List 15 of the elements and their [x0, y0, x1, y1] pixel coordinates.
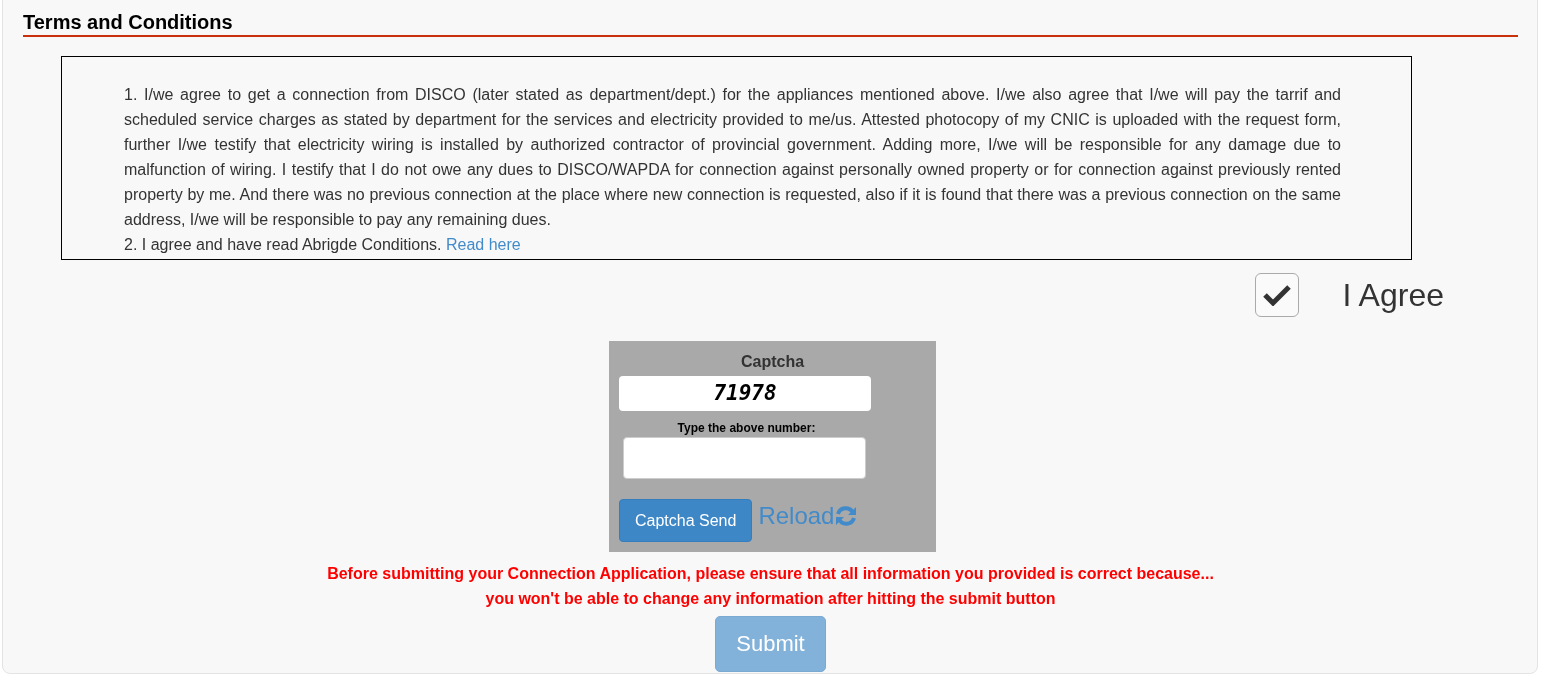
warning-text: you won't be able to change any information after hitting the submit button: [484, 589, 1057, 609]
refresh-icon: [834, 504, 859, 528]
terms-paragraph: 1. I/we agree to get a connection from DISCO (later stated as department/dept.) for the appliances mentioned above. I/we also agree that I/we will pay the tarrif and scheduled service charges as stated by department for the services and electricity provided to me/us. Attested photocopy of my CNIC is uploaded with the request form, further I/we testify that electricity wiring is installed by authorized contractor of provincial government. Adding more, I/we will be responsible for any damage due to malfunction of wiring. I testify that I do not owe any dues to DISCO/WAPDA for connection against personally owned property or for connection against previously rented property by me. And there was no previous connection at the place where new connection is requested, also if it is found that there was a previous connection on the same address, I/we will be responsible to pay any remaining dues.: [124, 85, 1341, 230]
warning-text: Before submitting your Connection Application, please ensure that all information you provided is correct because...: [326, 564, 1215, 584]
captcha-prompt: Type the above number:: [676, 421, 817, 435]
terms-paragraph: 2. I agree and have read Abrigde Conditions. Read here: [124, 235, 522, 255]
agree-label: I Agree: [1342, 276, 1444, 314]
captcha-title: Captcha: [739, 352, 806, 372]
agree-checkbox[interactable]: [1254, 273, 1299, 317]
captcha-input-field[interactable]: [623, 437, 866, 479]
checkmark-icon: [1262, 284, 1291, 306]
section-heading: Terms and Conditions: [23, 10, 1518, 37]
captcha-code: 71978: [619, 376, 871, 411]
captcha-send-button[interactable]: Captcha Send: [619, 499, 753, 542]
read-here-link[interactable]: Read here: [446, 236, 521, 253]
